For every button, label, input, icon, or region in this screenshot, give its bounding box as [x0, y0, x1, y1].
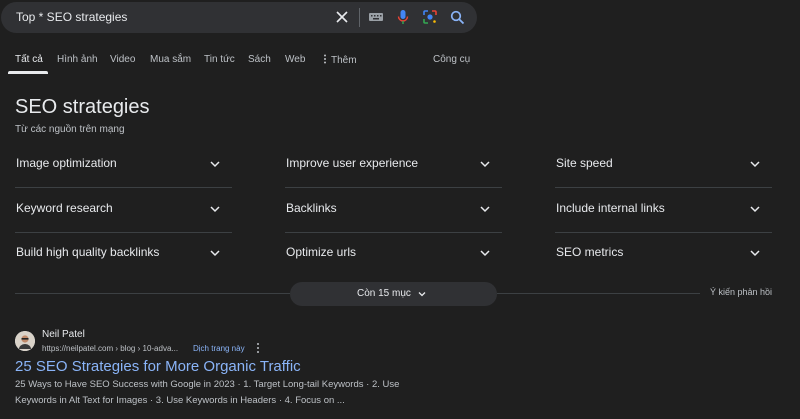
accordion-item-label: Keyword research	[16, 201, 113, 215]
result-snippet-line: Keywords in Alt Text for Images · 3. Use…	[15, 395, 345, 406]
search-input[interactable]: Top * SEO strategies	[16, 10, 127, 24]
site-favicon	[15, 331, 35, 351]
active-tab-indicator	[8, 71, 48, 74]
accordion-item[interactable]: Build high quality backlinks	[15, 232, 232, 277]
accordion-item[interactable]: SEO metrics	[555, 232, 772, 277]
chevron-down-icon	[480, 250, 490, 257]
chevron-down-icon	[750, 250, 760, 257]
keyboard-icon[interactable]	[366, 7, 386, 27]
accordion-item[interactable]: Optimize urls	[285, 232, 502, 277]
divider	[497, 293, 700, 294]
accordion-item-label: Image optimization	[16, 156, 117, 170]
accordion-item-label: Include internal links	[556, 201, 665, 215]
feedback-link[interactable]: Ý kiến phản hồi	[710, 287, 772, 297]
tab-news[interactable]: Tin tức	[204, 54, 235, 65]
tab-shopping[interactable]: Mua sắm	[150, 54, 191, 65]
clear-icon[interactable]	[332, 7, 352, 27]
chevron-down-icon	[750, 161, 760, 168]
tab-all[interactable]: Tất cả	[15, 54, 43, 65]
result-title-link[interactable]: 25 SEO Strategies for More Organic Traff…	[15, 358, 301, 375]
search-divider	[359, 8, 360, 27]
more-options-icon[interactable]	[255, 342, 261, 354]
accordion-item[interactable]: Backlinks	[285, 188, 502, 233]
chevron-down-icon	[418, 292, 426, 297]
result-snippet-line: 25 Ways to Have SEO Success with Google …	[15, 379, 400, 390]
accordion-item[interactable]: Keyword research	[15, 188, 232, 233]
tab-web[interactable]: Web	[285, 54, 305, 65]
accordion-item-label: Site speed	[556, 156, 613, 170]
divider	[15, 293, 290, 294]
show-more-label: Còn 15 mục	[357, 288, 411, 299]
tab-more[interactable]: Thêm	[323, 54, 357, 66]
tab-images[interactable]: Hình ảnh	[57, 54, 98, 65]
chevron-down-icon	[480, 206, 490, 213]
result-site-name[interactable]: Neil Patel	[42, 329, 85, 340]
search-bar[interactable]: Top * SEO strategies	[1, 2, 477, 33]
accordion-item-label: SEO metrics	[556, 245, 624, 259]
accordion-item-label: Backlinks	[286, 201, 337, 215]
tab-more-label: Thêm	[331, 55, 357, 66]
search-tabs: Tất cả Hình ảnh Video Mua sắm Tin tức Sá…	[0, 48, 800, 74]
chevron-down-icon	[210, 250, 220, 257]
microphone-icon[interactable]	[393, 7, 413, 27]
accordion-item-label: Build high quality backlinks	[16, 245, 160, 259]
tab-tools[interactable]: Công cụ	[433, 54, 470, 65]
tab-books[interactable]: Sách	[248, 54, 271, 65]
search-icon[interactable]	[447, 7, 467, 27]
result-url[interactable]: https://neilpatel.com › blog › 10-adva..…	[42, 344, 178, 353]
chevron-down-icon	[480, 161, 490, 168]
accordion-item[interactable]: Image optimization	[15, 143, 232, 188]
translate-link[interactable]: Dịch trang này	[193, 344, 245, 353]
more-vert-icon	[324, 54, 326, 64]
panel-title: SEO strategies	[15, 96, 150, 118]
accordion-item-label: Improve user experience	[286, 156, 419, 170]
show-more-button[interactable]: Còn 15 mục	[290, 282, 497, 306]
panel-subtitle: Từ các nguồn trên mạng	[15, 124, 125, 135]
chevron-down-icon	[750, 206, 760, 213]
accordion-item[interactable]: Site speed	[555, 143, 772, 188]
chevron-down-icon	[210, 161, 220, 168]
accordion-item[interactable]: Include internal links	[555, 188, 772, 233]
lens-icon[interactable]	[420, 7, 440, 27]
accordion-item[interactable]: Improve user experience	[285, 143, 502, 188]
accordion-item-label: Optimize urls	[286, 245, 357, 259]
chevron-down-icon	[210, 206, 220, 213]
tab-video[interactable]: Video	[110, 54, 135, 65]
